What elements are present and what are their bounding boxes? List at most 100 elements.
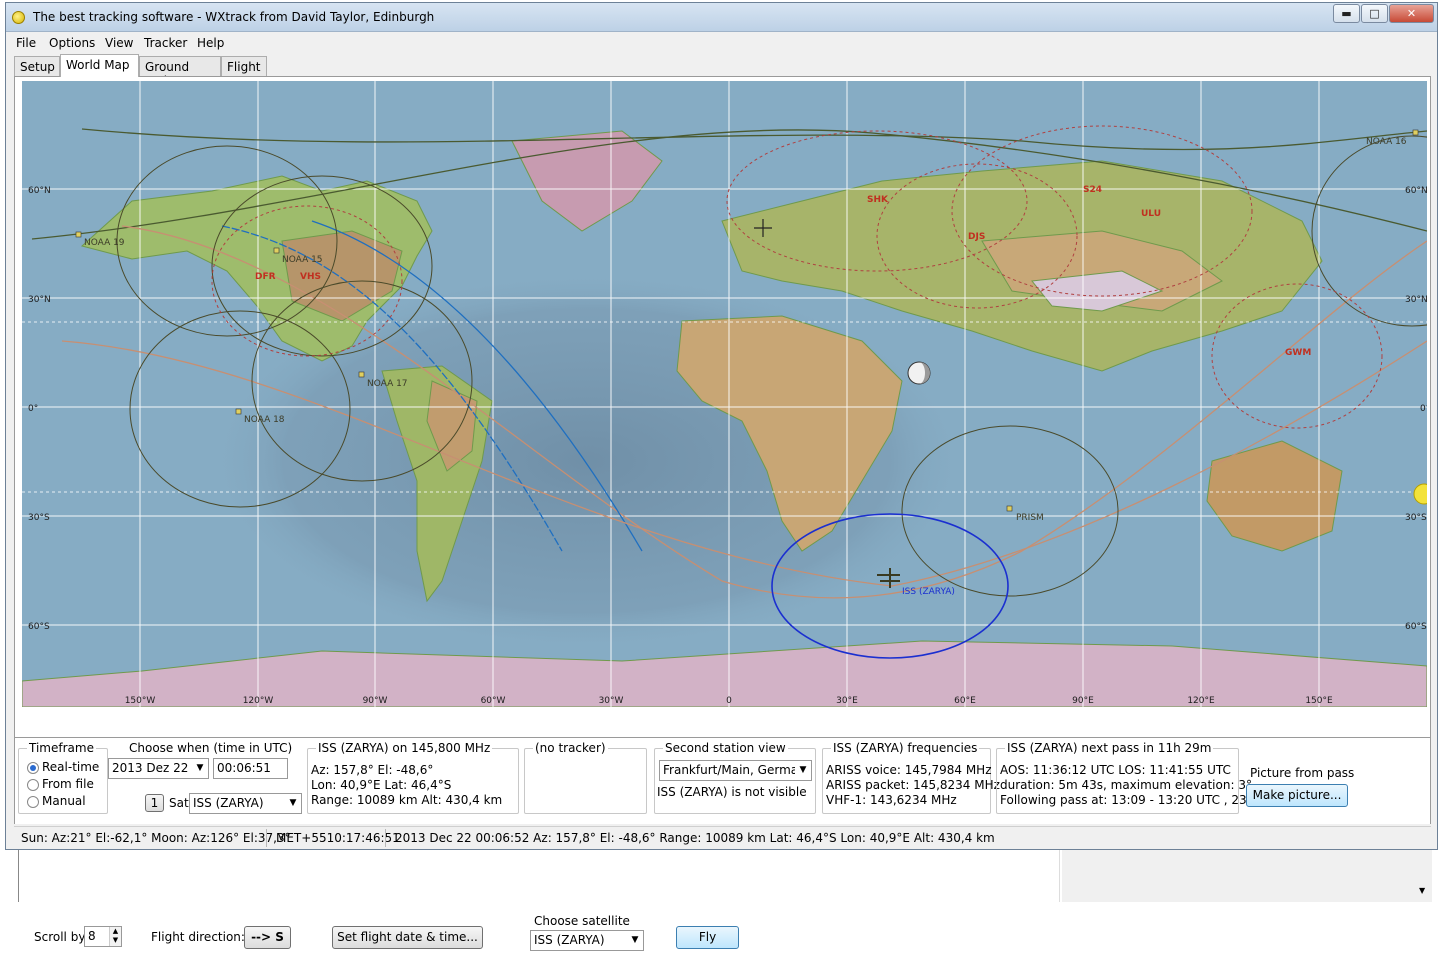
chevron-down-icon: ▼ bbox=[627, 931, 643, 950]
frequency-line: ARISS voice: 145,7984 MHz bbox=[826, 763, 992, 777]
menu-file[interactable]: File bbox=[16, 36, 36, 50]
iss-label: ISS (ZARYA) bbox=[902, 587, 955, 597]
lon-label: 0 bbox=[726, 696, 732, 706]
tab-setup[interactable]: Setup bbox=[14, 56, 60, 76]
time-input[interactable]: 00:06:51 bbox=[213, 758, 288, 779]
station-label: GWM bbox=[1285, 348, 1311, 358]
lat-label: 30°S bbox=[1405, 513, 1427, 523]
lat-label: 0° bbox=[1420, 404, 1427, 414]
lat-label: 60°S bbox=[28, 622, 50, 632]
lat-label: 30°S bbox=[28, 513, 50, 523]
tracker-title: (no tracker) bbox=[533, 741, 608, 755]
tracker-group: (no tracker) bbox=[524, 741, 647, 814]
satellite-select[interactable]: ISS (ZARYA) ▼ bbox=[189, 793, 302, 814]
iss-az-el: Az: 157,8° El: -48,6° bbox=[311, 763, 434, 777]
satellite-label: NOAA 17 bbox=[367, 379, 408, 389]
satellite-label: NOAA 18 bbox=[244, 415, 285, 425]
met-status: MET+5510:17:46:51 bbox=[276, 831, 400, 845]
manual-label[interactable]: Manual bbox=[42, 794, 86, 808]
minimize-button[interactable]: ▬ bbox=[1333, 4, 1360, 23]
station-label: S24 bbox=[1083, 185, 1102, 195]
choose-when-title: Choose when (time in UTC) bbox=[129, 741, 293, 755]
status-bar: Sun: Az:21° El:-62,1° Moon: Az:126° El:3… bbox=[14, 826, 1431, 848]
tab-world-map[interactable]: World Map bbox=[60, 54, 139, 77]
satellite-value: ISS (ZARYA) bbox=[193, 796, 264, 810]
manual-radio[interactable] bbox=[27, 796, 39, 808]
lon-label: 150°E bbox=[1305, 696, 1333, 706]
tab-ground-path[interactable]: Ground Path bbox=[139, 56, 221, 88]
scroll-by-spinner[interactable]: 8 ▲ ▼ bbox=[84, 926, 122, 947]
second-station-group: Second station view Frankfurt/Main, Germ… bbox=[654, 741, 816, 814]
tab-flight[interactable]: Flight bbox=[221, 56, 267, 76]
step-button[interactable]: 1 bbox=[145, 794, 164, 812]
lon-label: 150°W bbox=[125, 696, 156, 706]
lon-label: 90°E bbox=[1072, 696, 1094, 706]
station-select[interactable]: Frankfurt/Main, Germany ▼ bbox=[659, 760, 812, 781]
info-panel: Timeframe Real-time From file Manual Cho… bbox=[14, 738, 1431, 824]
date-value: 2013 Dez 22 bbox=[112, 761, 189, 775]
lon-label: 30°W bbox=[599, 696, 624, 706]
lat-label: 30°N bbox=[1405, 295, 1427, 305]
picture-label: Picture from pass bbox=[1250, 766, 1355, 780]
station-label: VHS bbox=[300, 272, 321, 282]
flight-log-text[interactable] bbox=[18, 850, 1060, 902]
fromfile-radio[interactable] bbox=[27, 779, 39, 791]
time-value: 00:06:51 bbox=[217, 761, 271, 775]
menu-view[interactable]: View bbox=[105, 36, 133, 50]
world-map[interactable]: 60°N 30°N 0° 30°S 60°S 60°N 30°N 0° 30°S… bbox=[22, 81, 1427, 707]
date-select[interactable]: 2013 Dez 22 ▼ bbox=[108, 758, 209, 779]
lat-label: 30°N bbox=[28, 295, 51, 305]
lat-label: 60°S bbox=[1405, 622, 1427, 632]
vertical-scrollbar[interactable]: ▼ bbox=[1415, 850, 1432, 902]
set-flight-time-button[interactable]: Set flight date & time... bbox=[332, 926, 483, 949]
station-label: DFR bbox=[255, 272, 276, 282]
main-window: The best tracking software - WXtrack fro… bbox=[5, 2, 1438, 850]
iss-position-group: ISS (ZARYA) on 145,800 MHz Az: 157,8° El… bbox=[307, 741, 519, 814]
frequency-line: VHF-1: 143,6234 MHz bbox=[826, 793, 957, 807]
window-title: The best tracking software - WXtrack fro… bbox=[33, 10, 435, 24]
visibility-status: ISS (ZARYA) is not visible bbox=[657, 785, 807, 799]
next-pass-title: ISS (ZARYA) next pass in 11h 29m bbox=[1005, 741, 1214, 755]
fromfile-label[interactable]: From file bbox=[42, 777, 94, 791]
second-station-title: Second station view bbox=[663, 741, 788, 755]
fly-button[interactable]: Fly bbox=[676, 926, 739, 949]
close-button[interactable]: ✕ bbox=[1389, 4, 1434, 23]
iss-position-title: ISS (ZARYA) on 145,800 MHz bbox=[316, 741, 493, 755]
satellite-label: NOAA 16 bbox=[1366, 137, 1407, 147]
frequencies-title: ISS (ZARYA) frequencies bbox=[831, 741, 980, 755]
world-map-frame: 60°N 30°N 0° 30°S 60°S 60°N 30°N 0° 30°S… bbox=[14, 76, 1431, 738]
menu-tracker[interactable]: Tracker bbox=[144, 36, 187, 50]
flight-side-area bbox=[1062, 850, 1432, 902]
station-value: Frankfurt/Main, Germany bbox=[663, 763, 812, 777]
satellite-label: NOAA 19 bbox=[84, 238, 125, 248]
lon-label: 120°E bbox=[1187, 696, 1215, 706]
title-bar[interactable]: The best tracking software - WXtrack fro… bbox=[6, 3, 1437, 32]
flight-satellite-select[interactable]: ISS (ZARYA) ▼ bbox=[530, 930, 644, 951]
scroll-by-value: 8 bbox=[88, 929, 96, 943]
frequencies-group: ISS (ZARYA) frequencies ARISS voice: 145… bbox=[822, 741, 1000, 814]
lon-label: 90°W bbox=[363, 696, 388, 706]
next-pass-line: AOS: 11:36:12 UTC LOS: 11:41:55 UTC bbox=[1000, 763, 1231, 777]
lat-label: 60°N bbox=[28, 186, 51, 196]
iss-lon-lat: Lon: 40,9°E Lat: 46,4°S bbox=[311, 778, 452, 792]
realtime-radio[interactable] bbox=[27, 762, 39, 774]
flight-direction-button[interactable]: --> S bbox=[244, 926, 291, 949]
scroll-by-label: Scroll by bbox=[34, 930, 86, 944]
next-pass-group: ISS (ZARYA) next pass in 11h 29m AOS: 11… bbox=[996, 741, 1253, 814]
chevron-down-icon: ▼ bbox=[795, 761, 811, 780]
make-picture-button[interactable]: Make picture... bbox=[1246, 784, 1348, 807]
iss-detail-status: 2013 Dec 22 00:06:52 Az: 157,8° El: -48,… bbox=[395, 831, 995, 845]
flight-direction-label: Flight direction: bbox=[151, 930, 245, 944]
sat-label: Sat bbox=[169, 796, 189, 810]
satellite-label: NOAA 15 bbox=[282, 255, 323, 265]
lon-label: 60°E bbox=[954, 696, 976, 706]
realtime-label[interactable]: Real-time bbox=[42, 760, 99, 774]
lon-label: 120°W bbox=[243, 696, 274, 706]
menu-help[interactable]: Help bbox=[197, 36, 224, 50]
spinner-arrows-icon[interactable]: ▲ ▼ bbox=[109, 927, 121, 946]
next-pass-line: duration: 5m 43s, maximum elevation: 3° bbox=[1000, 778, 1252, 792]
maximize-button[interactable]: □ bbox=[1361, 4, 1388, 23]
station-label: SHK bbox=[867, 195, 889, 205]
scroll-down-icon[interactable]: ▼ bbox=[1419, 886, 1425, 895]
menu-options[interactable]: Options bbox=[49, 36, 95, 50]
